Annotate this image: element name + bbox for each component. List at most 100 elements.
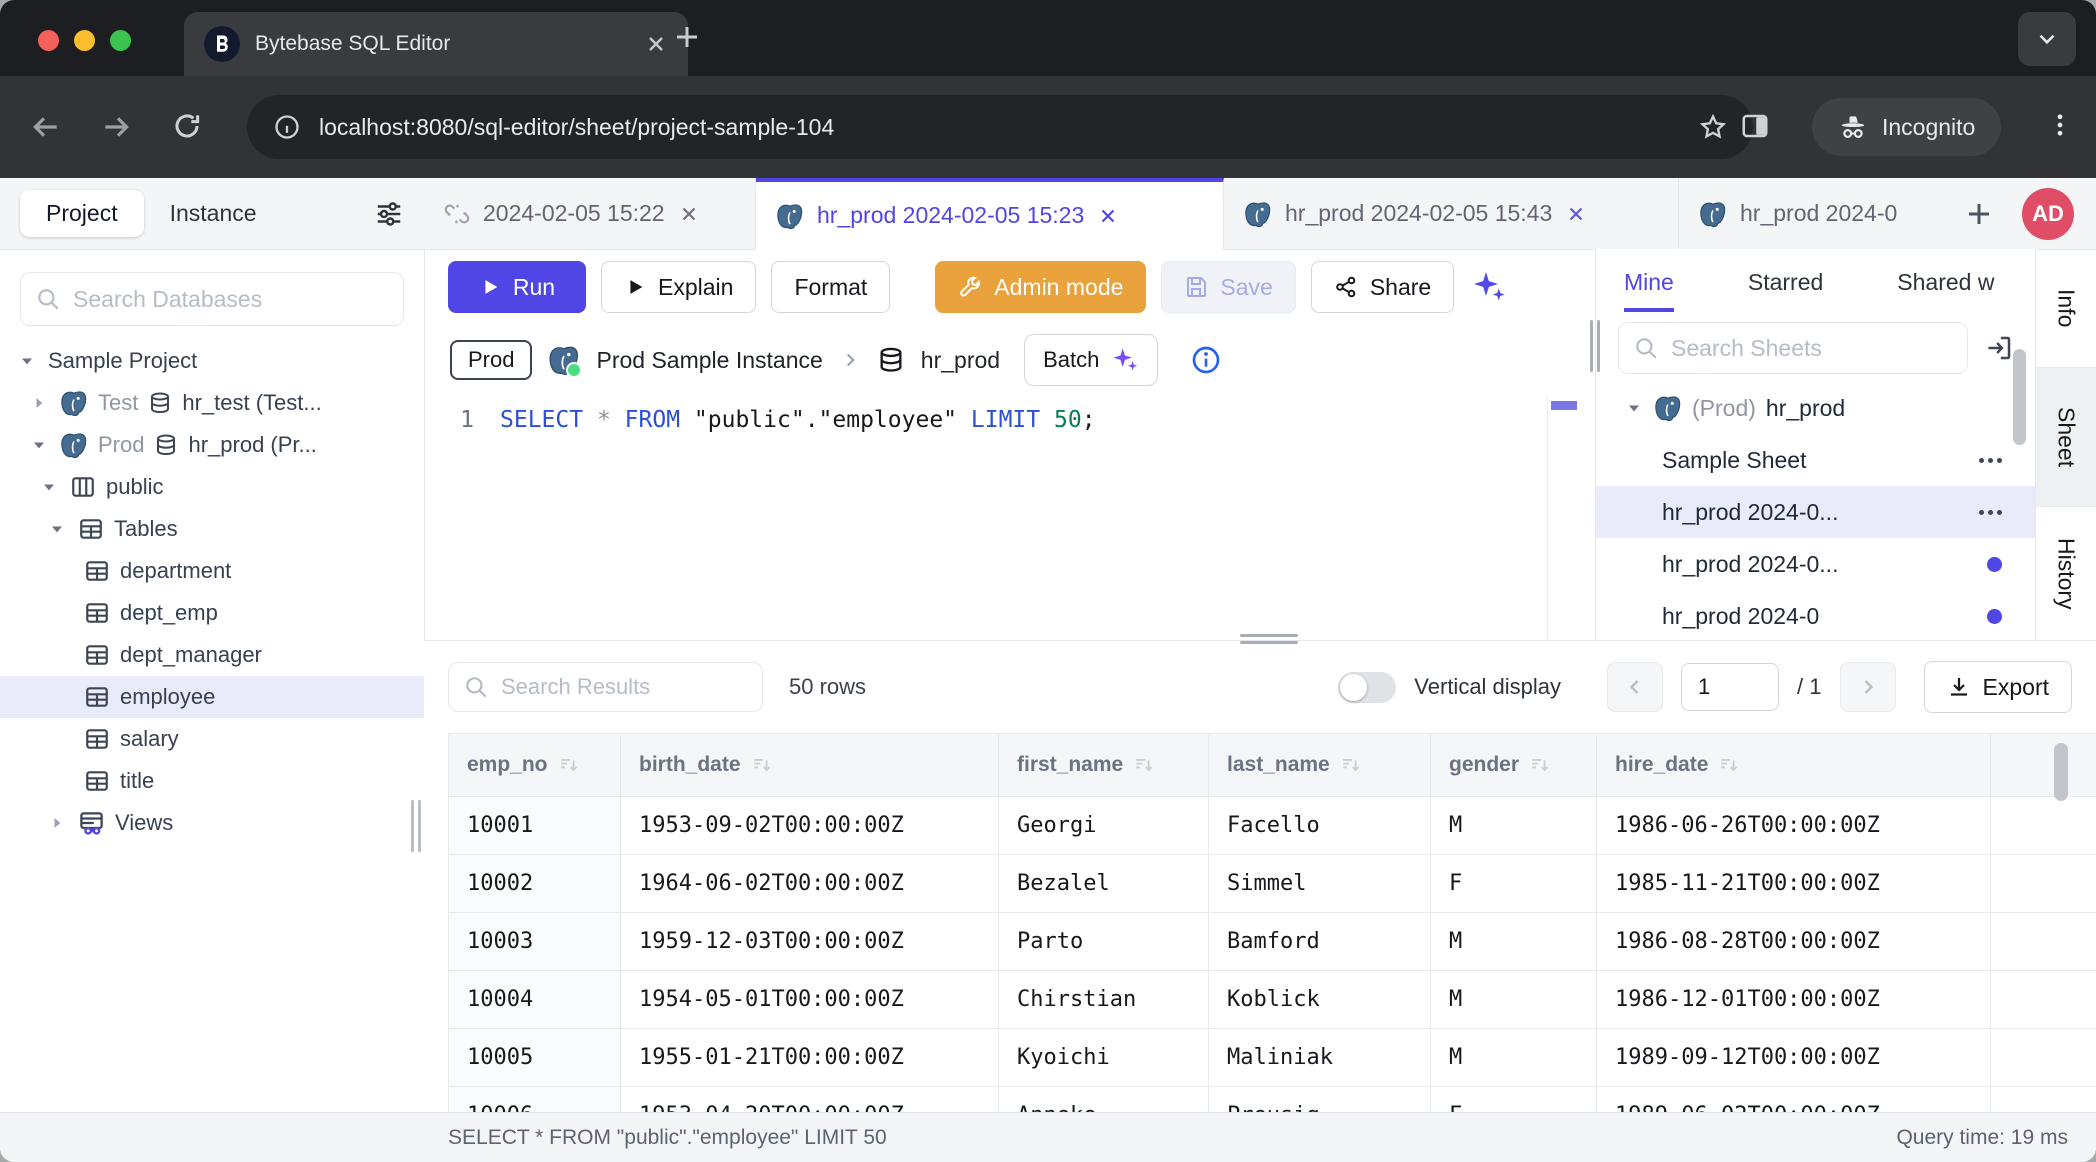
editor-scroll-gutter[interactable] (1547, 395, 1595, 640)
column-header-last-name[interactable]: last_name (1208, 733, 1430, 797)
ai-sparkles-icon[interactable] (1471, 269, 1507, 305)
save-button[interactable]: Save (1161, 261, 1295, 313)
tab-mine[interactable]: Mine (1624, 269, 1674, 312)
tree-item-table-dept-manager[interactable]: dept_manager (0, 634, 424, 676)
info-icon[interactable] (1190, 344, 1222, 376)
close-tab-icon[interactable] (678, 203, 700, 225)
table-row[interactable]: 100051955-01-21T00:00:00ZKyoichiMaliniak… (448, 1029, 2096, 1087)
table-row[interactable]: 100041954-05-01T00:00:00ZChirstianKoblic… (448, 971, 2096, 1029)
more-menu-icon[interactable] (1979, 510, 2002, 515)
sort-icon[interactable] (1529, 754, 1551, 776)
results-search-box[interactable] (448, 662, 763, 712)
browser-tab[interactable]: Bytebase SQL Editor (184, 12, 688, 76)
run-button[interactable]: Run (448, 261, 586, 313)
sort-icon[interactable] (1718, 754, 1740, 776)
tree-item-hr-prod[interactable]: Prod hr_prod (Pr... (0, 424, 424, 466)
close-window-button[interactable] (38, 30, 59, 51)
tree-item-table-salary[interactable]: salary (0, 718, 424, 760)
vertical-display-toggle[interactable] (1338, 672, 1396, 703)
tab-history[interactable]: History (2036, 507, 2096, 640)
sheet-item-4[interactable]: hr_prod 2024-0 (1596, 590, 2036, 640)
export-button[interactable]: Export (1924, 661, 2072, 713)
sort-icon[interactable] (751, 754, 773, 776)
close-tab-icon[interactable] (1565, 203, 1587, 225)
sort-icon[interactable] (558, 754, 580, 776)
sheet-item-3[interactable]: hr_prod 2024-0... (1596, 538, 2036, 590)
column-header-first-name[interactable]: first_name (998, 733, 1208, 797)
site-info-icon[interactable] (273, 113, 301, 141)
page-number-input[interactable] (1681, 663, 1779, 711)
tab-starred[interactable]: Starred (1748, 269, 1823, 308)
sql-editor[interactable]: 1 SELECT * FROM "public"."employee" LIMI… (424, 395, 1595, 640)
results-search-input[interactable] (499, 673, 748, 701)
close-tab-icon[interactable] (644, 32, 668, 56)
table-row[interactable]: 100021964-06-02T00:00:00ZBezalelSimmelF1… (448, 855, 2096, 913)
side-panel-icon[interactable] (1740, 111, 1770, 141)
sheet-item-selected[interactable]: hr_prod 2024-0... (1596, 486, 2036, 538)
address-bar[interactable]: localhost:8080/sql-editor/sheet/project-… (247, 95, 1753, 159)
tree-item-project[interactable]: Sample Project (0, 340, 424, 382)
tab-sheet[interactable]: Sheet (2036, 367, 2096, 507)
tree-item-schema-public[interactable]: public (0, 466, 424, 508)
tab-shared[interactable]: Shared w (1897, 269, 1994, 308)
prev-page-button[interactable] (1607, 662, 1663, 712)
more-menu-icon[interactable] (1979, 458, 2002, 463)
format-button[interactable]: Format (771, 261, 890, 313)
database-name[interactable]: hr_prod (921, 347, 1000, 374)
tab-instance[interactable]: Instance (144, 190, 283, 237)
new-sheet-icon[interactable] (1964, 199, 1994, 229)
table-row[interactable]: 100011953-09-02T00:00:00ZGeorgiFacelloM1… (448, 797, 2096, 855)
next-page-button[interactable] (1840, 662, 1896, 712)
sort-icon[interactable] (1133, 754, 1155, 776)
tree-item-table-department[interactable]: department (0, 550, 424, 592)
sheet-search-box[interactable] (1618, 322, 1968, 374)
admin-mode-button[interactable]: Admin mode (935, 261, 1146, 313)
instance-name[interactable]: Prod Sample Instance (596, 347, 822, 374)
database-search-input[interactable] (71, 285, 389, 314)
tree-item-table-employee[interactable]: employee (0, 676, 424, 718)
batch-button[interactable]: Batch (1024, 334, 1158, 386)
table-row[interactable]: 100031959-12-03T00:00:00ZPartoBamfordM19… (448, 913, 2096, 971)
bookmark-star-icon[interactable] (1699, 113, 1727, 141)
sheet-item-sample[interactable]: Sample Sheet (1596, 434, 2036, 486)
share-button[interactable]: Share (1311, 261, 1454, 313)
editor-tab-3[interactable]: hr_prod 2024-02-05 15:43 (1224, 178, 1679, 249)
close-tab-icon[interactable] (1097, 205, 1119, 227)
caret-down-icon[interactable] (47, 519, 67, 539)
maximize-window-button[interactable] (110, 30, 131, 51)
tree-item-views-group[interactable]: Views (0, 802, 424, 844)
browser-menu-icon[interactable] (2046, 111, 2074, 139)
panel-resize-handle[interactable] (1590, 320, 1600, 372)
column-header-hire-date[interactable]: hire_date (1596, 733, 1990, 797)
tree-item-hr-test[interactable]: Test hr_test (Test... (0, 382, 424, 424)
sheet-list-scrollbar[interactable] (2013, 349, 2026, 445)
editor-tab-1[interactable]: 2024-02-05 15:22 (424, 178, 756, 249)
column-header-emp-no[interactable]: emp_no (448, 733, 620, 797)
caret-right-icon[interactable] (29, 393, 49, 413)
collapse-panel-icon[interactable] (1984, 333, 2014, 363)
user-avatar[interactable]: AD (2022, 188, 2074, 240)
tree-item-table-title[interactable]: title (0, 760, 424, 802)
tree-item-table-dept-emp[interactable]: dept_emp (0, 592, 424, 634)
reload-icon[interactable] (172, 111, 202, 141)
sort-icon[interactable] (1340, 754, 1362, 776)
caret-down-icon[interactable] (39, 477, 59, 497)
caret-right-icon[interactable] (47, 813, 67, 833)
back-icon[interactable] (30, 111, 62, 143)
tab-search-button[interactable] (2018, 12, 2076, 66)
editor-tab-4[interactable]: hr_prod 2024-0 (1679, 178, 1942, 249)
tree-item-tables-group[interactable]: Tables (0, 508, 424, 550)
tab-project[interactable]: Project (20, 190, 144, 237)
new-tab-icon[interactable] (672, 22, 702, 52)
table-row-clipped[interactable]: 100061953-04-20T00:00:00ZAnnekePreusigF1… (448, 1087, 2096, 1113)
caret-down-icon[interactable] (1624, 398, 1644, 418)
caret-down-icon[interactable] (29, 435, 49, 455)
sheet-search-input[interactable] (1669, 334, 1953, 363)
results-scrollbar[interactable] (2054, 743, 2068, 801)
caret-down-icon[interactable] (17, 351, 37, 371)
forward-icon[interactable] (100, 111, 132, 143)
sidebar-resize-handle[interactable] (411, 800, 421, 852)
tab-info[interactable]: Info (2036, 249, 2096, 367)
database-search-box[interactable] (20, 272, 404, 326)
column-header-birth-date[interactable]: birth_date (620, 733, 998, 797)
